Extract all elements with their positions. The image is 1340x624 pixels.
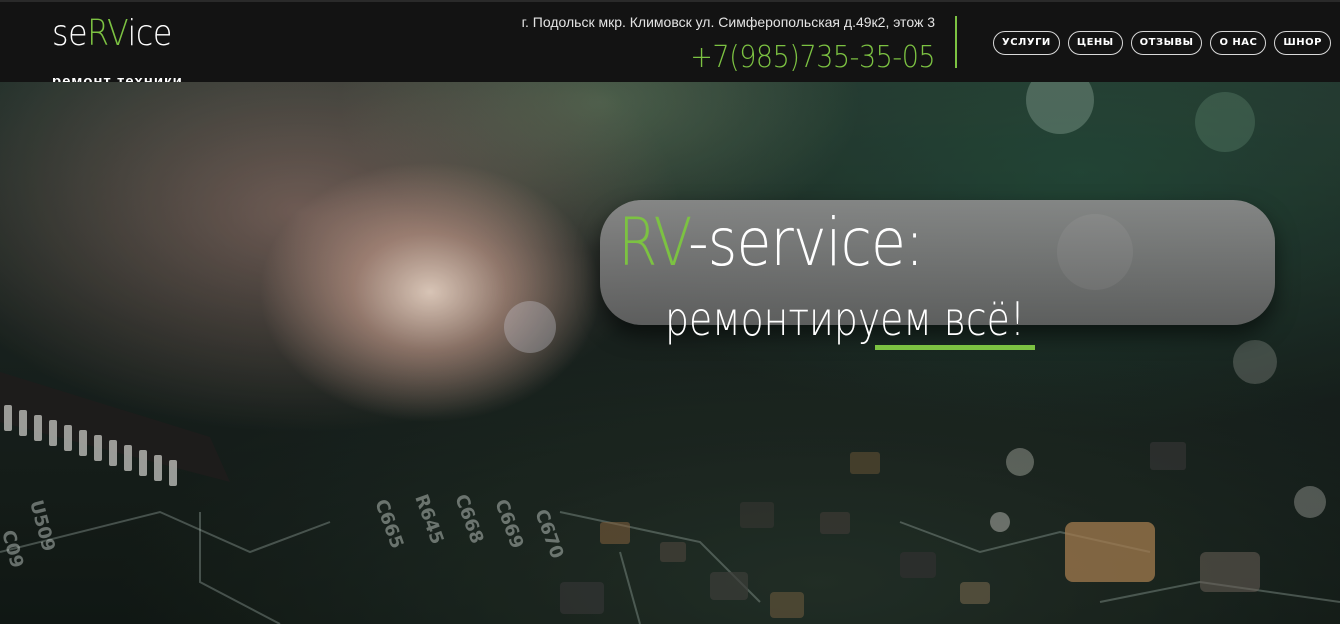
hero-title-accent: RV xyxy=(618,204,689,281)
hero-dark-overlay xyxy=(0,82,1340,624)
logo-text-end: ice xyxy=(127,13,173,54)
header-divider xyxy=(955,16,957,68)
site-header: seRVice ремонт техники г. Подольск мкр. … xyxy=(0,0,1340,82)
nav-item-reviews[interactable]: отзывы xyxy=(1130,31,1203,55)
hero-subtitle-underline xyxy=(875,345,1035,350)
hero-title-rest: -service: xyxy=(688,204,924,281)
logo-wordmark: seRVice xyxy=(52,16,172,52)
logo-text-accent: RV xyxy=(87,13,128,54)
nav-item-services[interactable]: услуги xyxy=(993,31,1060,55)
nav-item-prices[interactable]: цены xyxy=(1067,31,1123,55)
main-nav: услуги цены отзывы о нас шнор xyxy=(993,31,1331,55)
nav-item-about[interactable]: о нас xyxy=(1210,31,1267,55)
hero-section: U509 C09 C665 R645 C668 C669 C670 xyxy=(0,82,1340,624)
nav-item-extra[interactable]: шнор xyxy=(1274,31,1331,55)
phone-number[interactable]: +7(985)735-35-05 xyxy=(690,40,935,75)
logo-text-start: se xyxy=(52,13,88,54)
hero-title: RV-service: xyxy=(618,210,924,276)
hero-subtitle: ремонтируем всё! xyxy=(665,292,1025,346)
site-logo[interactable]: seRVice ремонт техники xyxy=(52,16,188,83)
address-text: г. Подольск мкр. Климовск ул. Симферопол… xyxy=(521,14,935,30)
logo-tagline: ремонт техники xyxy=(52,73,183,82)
